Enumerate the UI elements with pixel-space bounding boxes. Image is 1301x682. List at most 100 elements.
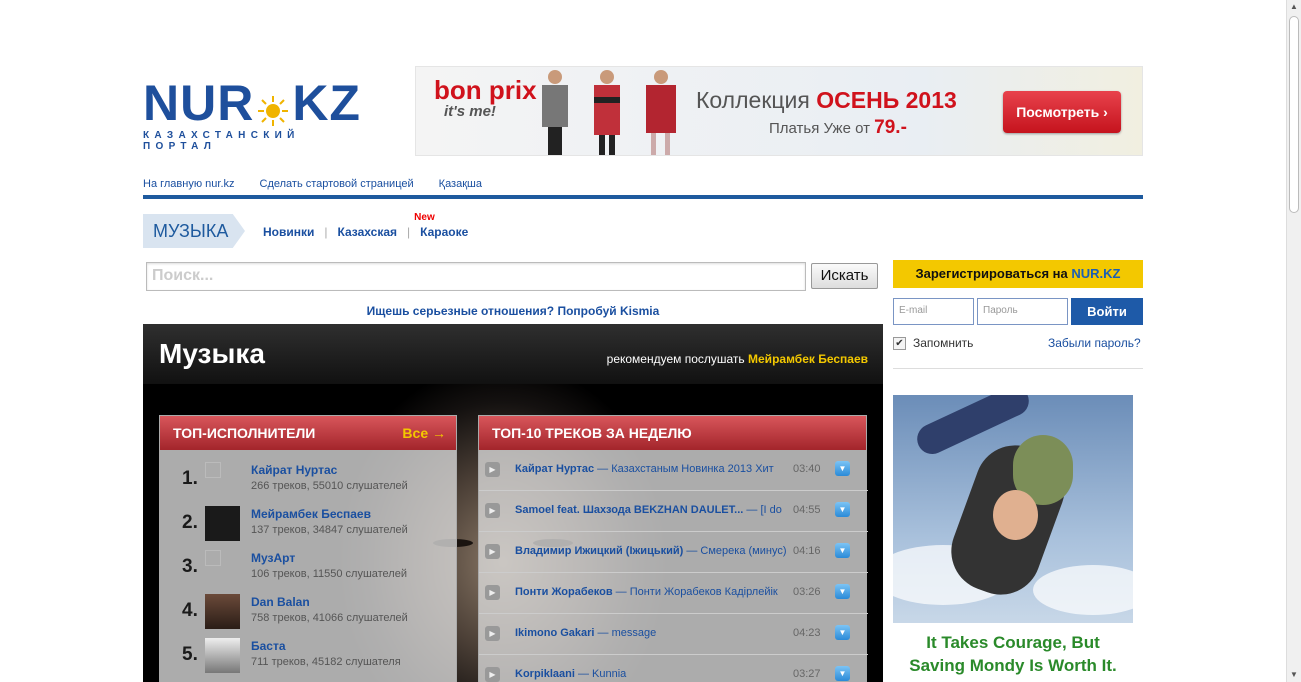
play-icon[interactable]: ▶: [485, 544, 500, 559]
artist-photo[interactable]: [205, 506, 240, 541]
list-item[interactable]: 1. Кайрат Нуртас 266 треков, 55010 слуша…: [160, 458, 458, 502]
recommend-artist-link[interactable]: Мейрамбек Беспаев: [748, 352, 868, 366]
list-item[interactable]: 4. Dan Balan 758 треков, 41066 слушателе…: [160, 590, 458, 634]
logo-tagline: КАЗАХСТАНСКИЙ ПОРТАЛ: [143, 130, 300, 152]
artist-name[interactable]: МузАрт: [251, 551, 295, 565]
scroll-down-icon[interactable]: ▼: [1287, 668, 1301, 682]
track-artist[interactable]: Ikimono Gakari: [515, 627, 594, 639]
password-field[interactable]: Пароль: [977, 298, 1068, 325]
artist-photo[interactable]: [205, 462, 221, 478]
track-song[interactable]: — Понти Жорабеков Кадірлейік: [613, 586, 778, 598]
logo-right: KZ: [292, 75, 361, 131]
list-item[interactable]: 3. МузАрт 106 треков, 11550 слушателей: [160, 546, 458, 590]
artist-photo[interactable]: [205, 550, 221, 566]
nav-separator: |: [407, 225, 411, 239]
track-row[interactable]: ▶ Понти Жорабеков — Понти Жорабеков Каді…: [479, 573, 868, 614]
artist-name[interactable]: Dan Balan: [251, 595, 310, 609]
track-duration: 04:55: [793, 504, 821, 516]
search-input[interactable]: Поиск...: [146, 262, 806, 291]
download-icon[interactable]: ▼: [835, 543, 850, 558]
track-song[interactable]: — Kunnia: [575, 668, 626, 680]
track-row[interactable]: ▶ Samoel feat. Шахзода BEKZHAN DAULET...…: [479, 491, 868, 532]
search-button[interactable]: Искать: [811, 263, 878, 289]
play-icon[interactable]: ▶: [485, 503, 500, 518]
kazakh-language-link[interactable]: Қазақша: [439, 178, 482, 190]
track-row[interactable]: ▶ Кайрат Нуртас — Казахстаным Новинка 20…: [479, 450, 868, 491]
artist-photo[interactable]: [205, 594, 240, 629]
banner-view-button[interactable]: Посмотреть ›: [1003, 91, 1121, 133]
header-divider: [143, 195, 1143, 199]
track-artist[interactable]: Korpiklaani: [515, 668, 575, 680]
track-song[interactable]: — message: [594, 627, 657, 639]
track-artist[interactable]: Понти Жорабеков: [515, 586, 613, 598]
email-field[interactable]: E-mail: [893, 298, 974, 325]
divider: [893, 368, 1143, 369]
all-artists-link[interactable]: Все →: [402, 416, 446, 450]
top-artists-box: ТОП-ИСПОЛНИТЕЛИ Все → 1. Кайрат Нуртас 2…: [159, 415, 457, 682]
track-row[interactable]: ▶ Ikimono Gakari — message 04:23 ▼: [479, 614, 868, 655]
register-button[interactable]: Зарегистрироваться на NUR.KZ: [893, 260, 1143, 288]
artist-meta: 106 треков, 11550 слушателей: [251, 568, 407, 580]
download-icon[interactable]: ▼: [835, 625, 850, 640]
music-title: Музыка: [159, 338, 265, 369]
set-homepage-link[interactable]: Сделать стартовой страницей: [260, 178, 414, 190]
download-icon[interactable]: ▼: [835, 584, 850, 599]
track-duration: 03:40: [793, 463, 821, 475]
track-row[interactable]: ▶ Владимир Ижицкий (Іжицький) — Смерека …: [479, 532, 868, 573]
artist-meta: 266 треков, 55010 слушателей: [251, 480, 408, 492]
track-artist[interactable]: Кайрат Нуртас: [515, 463, 594, 475]
track-artist[interactable]: Samoel feat. Шахзода BEKZHAN DAULET...: [515, 504, 743, 516]
ad-caption: It Takes Courage, But Saving Mondy Is Wo…: [893, 623, 1133, 682]
nav-separator: |: [324, 225, 328, 239]
remember-checkbox[interactable]: ✔: [893, 336, 906, 350]
track-duration: 03:27: [793, 668, 821, 680]
track-duration: 04:16: [793, 545, 821, 557]
artist-name[interactable]: Мейрамбек Беспаев: [251, 507, 371, 521]
scrollbar[interactable]: ▲ ▼: [1286, 0, 1301, 682]
artist-meta: 137 треков, 34847 слушателей: [251, 524, 408, 536]
artist-photo[interactable]: [205, 638, 240, 673]
scroll-thumb[interactable]: [1289, 16, 1299, 213]
list-item[interactable]: 2. Мейрамбек Беспаев 137 треков, 34847 с…: [160, 502, 458, 546]
nav-new[interactable]: Новинки: [263, 225, 314, 239]
artist-meta: 758 треков, 41066 слушателей: [251, 612, 408, 624]
track-artist[interactable]: Владимир Ижицкий (Іжицький): [515, 545, 683, 557]
play-icon[interactable]: ▶: [485, 585, 500, 600]
scroll-up-icon[interactable]: ▲: [1287, 0, 1301, 14]
banner-collection-text: Коллекция ОСЕНЬ 2013: [696, 87, 957, 113]
recommend-text: рекомендуем послушать Мейрамбек Беспаев: [606, 352, 868, 366]
list-item[interactable]: 5. Баста 711 треков, 45182 слушателя: [160, 634, 458, 678]
track-song[interactable]: — [I do: [743, 504, 781, 516]
new-badge: New: [414, 212, 435, 223]
artist-name[interactable]: Баста: [251, 639, 286, 653]
forgot-password-link[interactable]: Забыли пароль?: [1048, 336, 1141, 350]
nav-kazakh[interactable]: Казахская: [338, 225, 398, 239]
remember-label: Запомнить: [913, 336, 974, 350]
kismia-link[interactable]: Ищешь серьезные отношения? Попробуй Kism…: [143, 304, 883, 318]
remember-me[interactable]: ✔ Запомнить: [893, 336, 973, 350]
nur-kz-logo[interactable]: NUR KZ КАЗАХСТАНСКИЙ ПОРТАЛ: [143, 75, 363, 152]
skydiving-ad[interactable]: It Takes Courage, But Saving Mondy Is Wo…: [893, 395, 1133, 682]
play-icon[interactable]: ▶: [485, 462, 500, 477]
track-song[interactable]: — Смерека (минус): [683, 545, 786, 557]
artist-meta: 711 треков, 45182 слушателя: [251, 656, 401, 668]
login-button[interactable]: Войти: [1071, 298, 1143, 325]
download-icon[interactable]: ▼: [835, 461, 850, 476]
top-links: На главную nur.kz Сделать стартовой стра…: [143, 178, 482, 190]
bonprix-banner[interactable]: bon prix it's me! Коллекция ОСЕНЬ 2013 П…: [415, 66, 1143, 156]
music-panel: Музыка рекомендуем послушать Мейрамбек Б…: [143, 324, 883, 682]
download-icon[interactable]: ▼: [835, 502, 850, 517]
top-tracks-header: ТОП-10 ТРЕКОВ ЗА НЕДЕЛЮ: [479, 416, 866, 450]
nav-karaoke[interactable]: Караоке: [420, 225, 468, 239]
track-song[interactable]: — Казахстаным Новинка 2013 Хит: [594, 463, 774, 475]
play-icon[interactable]: ▶: [485, 667, 500, 682]
section-tag[interactable]: МУЗЫКА: [143, 214, 245, 248]
home-link[interactable]: На главную nur.kz: [143, 178, 235, 190]
track-row[interactable]: ▶ Korpiklaani — Kunnia 03:27 ▼: [479, 655, 868, 682]
play-icon[interactable]: ▶: [485, 626, 500, 641]
top-artists-header: ТОП-ИСПОЛНИТЕЛИ Все →: [160, 416, 456, 450]
track-duration: 03:26: [793, 586, 821, 598]
download-icon[interactable]: ▼: [835, 666, 850, 681]
section-nav: Новинки | Казахская | New Караоке: [263, 212, 468, 239]
artist-name[interactable]: Кайрат Нуртас: [251, 463, 337, 477]
